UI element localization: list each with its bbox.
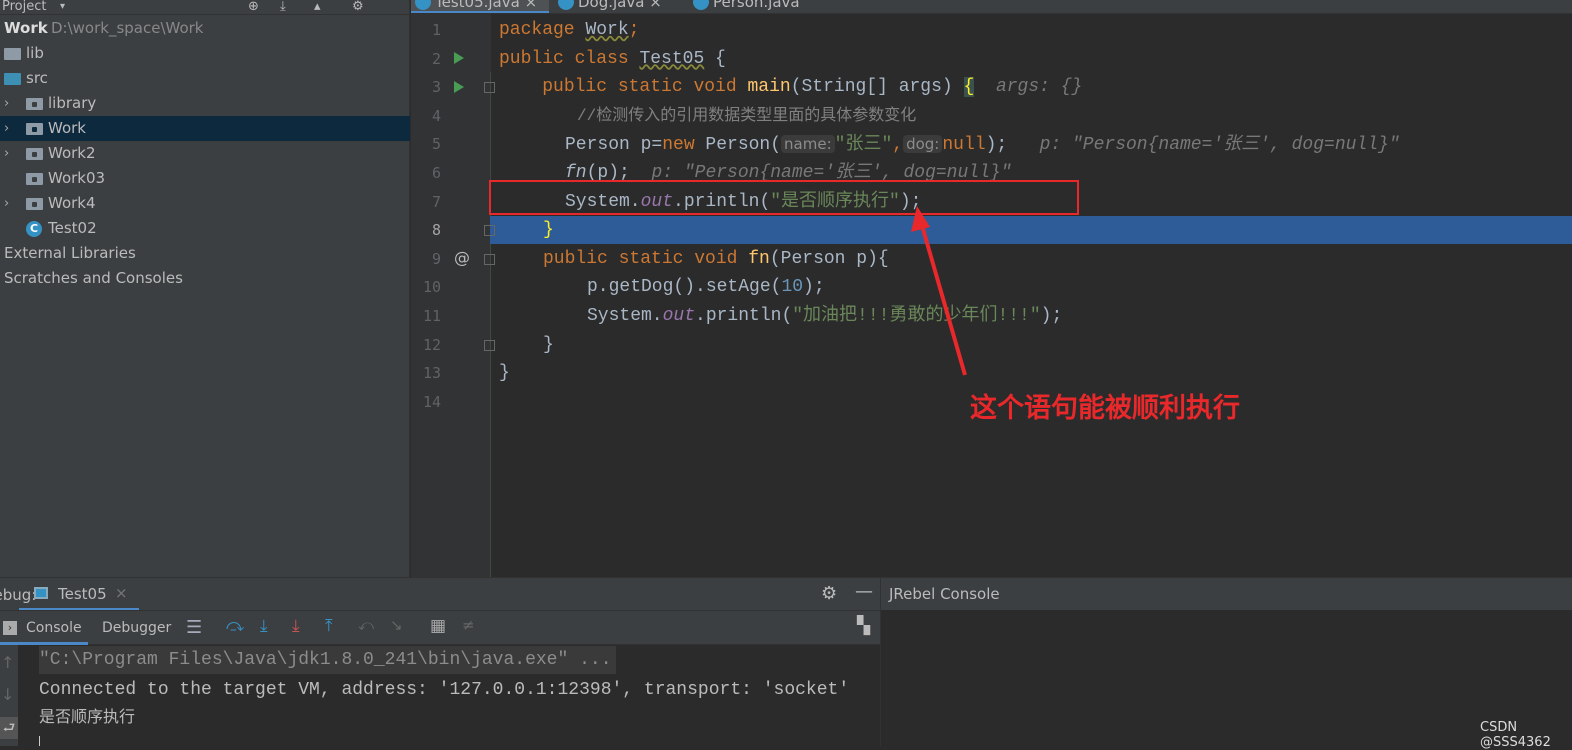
- console-line: 是否顺序执行: [39, 709, 136, 727]
- gear-icon[interactable]: ⚙: [821, 583, 837, 604]
- evaluate-expression-icon[interactable]: ▦: [430, 616, 446, 636]
- frames-icon[interactable]: ☰: [186, 617, 202, 638]
- soft-wrap-icon[interactable]: ⮐: [0, 717, 18, 739]
- tab-debugger[interactable]: Debugger: [102, 620, 171, 636]
- run-to-cursor-icon[interactable]: ↘: [390, 616, 403, 634]
- annotation-text: 这个语句能被顺利执行: [970, 393, 1240, 424]
- console-side-toolbar: ↑ ↓ ⮐: [0, 645, 18, 746]
- force-step-into-icon[interactable]: ⤓: [292, 616, 300, 636]
- debug-header: Debug: Test05 × ⚙ —: [0, 577, 880, 611]
- jrebel-console-body: [880, 610, 1572, 746]
- jrebel-console-header[interactable]: JRebel Console: [880, 577, 1572, 610]
- step-into-icon[interactable]: ⤓: [260, 616, 268, 636]
- step-out-icon[interactable]: ⤒: [325, 616, 333, 636]
- console-icon: ›: [3, 621, 17, 635]
- trace-icon[interactable]: ≠: [462, 616, 475, 634]
- console-line: "C:\Program Files\Java\jdk1.8.0_241\bin\…: [39, 646, 616, 674]
- tab-console[interactable]: › Console: [0, 611, 88, 645]
- drop-frame-icon[interactable]: ⤺: [358, 616, 374, 634]
- minimize-icon[interactable]: —: [855, 581, 873, 602]
- close-icon[interactable]: ×: [115, 584, 128, 602]
- down-arrow-icon[interactable]: ↓: [1, 685, 14, 704]
- step-over-icon[interactable]: ⤼: [226, 616, 244, 636]
- tab-debug-test05[interactable]: Test05 ×: [19, 578, 139, 611]
- console-line: Connected to the target VM, address: '12…: [39, 680, 850, 700]
- debug-config-icon: [34, 587, 48, 599]
- layout-icon[interactable]: ▚: [857, 616, 870, 636]
- console-cursor: [39, 736, 40, 746]
- up-arrow-icon[interactable]: ↑: [1, 653, 14, 672]
- debug-toolbar: › Console Debugger ☰ ⤼ ⤓ ⤓ ⤒ ⤺ ↘ ▦ ≠ ▚: [0, 610, 880, 645]
